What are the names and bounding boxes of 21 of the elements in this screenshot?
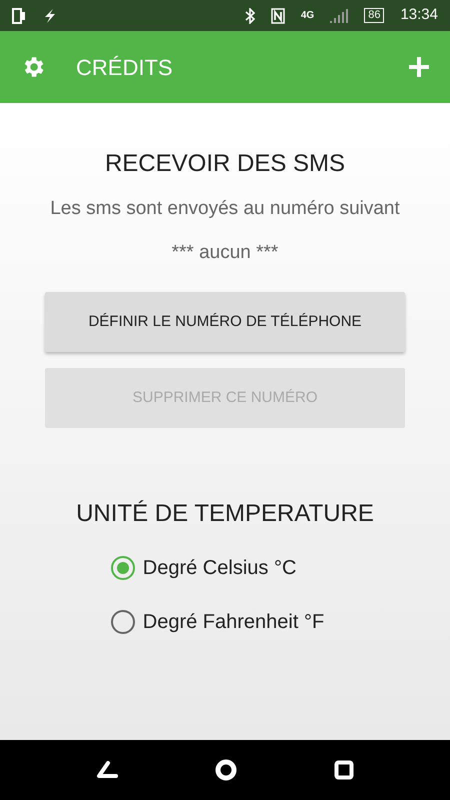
option-label: Degré Celsius °C: [142, 556, 296, 581]
section-heading: UNITÉ DE TEMPERATURE: [76, 500, 374, 529]
app-title: CRÉDITS: [76, 54, 173, 82]
home-icon[interactable]: [214, 759, 237, 781]
action-button[interactable]: DÉFINIR LE NUMÉRO DE TÉLÉPHONE: [45, 292, 405, 352]
radio-button[interactable]: [110, 610, 135, 634]
description: Les sms sont envoyés au numéro suivant: [50, 196, 400, 221]
battery-level: 86: [364, 8, 384, 23]
section-heading: RECEVOIR DES SMS: [104, 150, 346, 179]
signal-icon: [330, 8, 348, 22]
phone-number: *** aucun ***: [172, 241, 278, 266]
recents-icon[interactable]: [334, 760, 354, 780]
phone-icon: [12, 8, 26, 24]
radio-button[interactable]: [110, 556, 135, 580]
network-type: 4G: [300, 9, 314, 23]
nfc-icon: [270, 8, 285, 24]
clock: 13:34: [400, 5, 438, 26]
bluetooth-icon: [244, 8, 255, 24]
add-icon[interactable]: [408, 56, 430, 78]
option-label: Degré Fahrenheit °F: [142, 610, 324, 635]
back-icon[interactable]: [96, 761, 118, 779]
